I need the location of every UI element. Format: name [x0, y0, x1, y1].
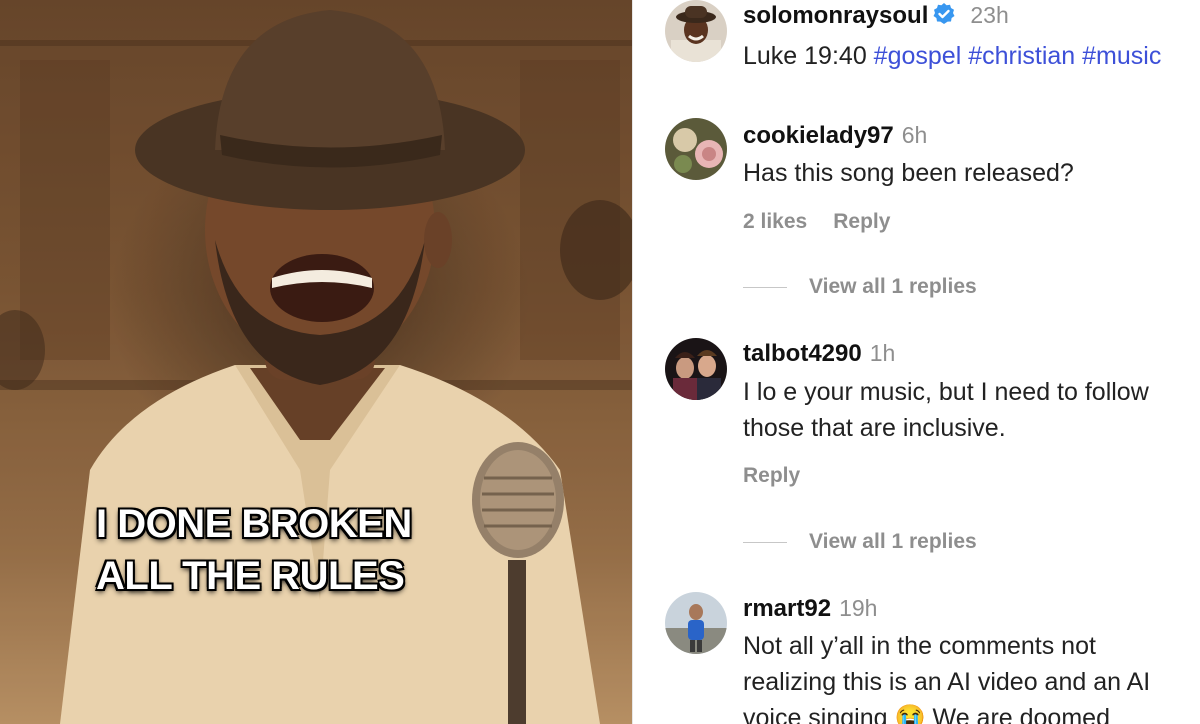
comment-1-likes[interactable]: 2 likes	[743, 210, 807, 233]
comment-3-text-line-3: voice singing 😭 We are doomed	[743, 704, 1110, 724]
hashtag-gospel[interactable]: #gospel	[874, 42, 962, 70]
video-caption: I DONE BROKEN ALL THE RULES	[96, 498, 526, 602]
comment-2-time: 1h	[869, 340, 896, 366]
comment-1-header: cookielady97 6h	[743, 122, 927, 150]
avatar-rmart92[interactable]	[665, 592, 727, 654]
caption-line-1: I DONE BROKEN	[96, 502, 412, 546]
comment-1-view-replies[interactable]: View all 1 replies	[743, 275, 977, 299]
comment-3-text-line-1: Not all y’all in the comments not	[743, 632, 1096, 660]
comment-3-username[interactable]: rmart92	[743, 595, 831, 622]
hashtag-christian[interactable]: #christian	[968, 42, 1075, 70]
comment-2-text-line-1: I lo e your music, but I need to follow	[743, 378, 1149, 406]
avatar-cookielady97[interactable]	[665, 118, 727, 180]
post-username[interactable]: solomonraysoul	[743, 2, 928, 29]
replies-line	[743, 286, 787, 288]
comment-1-reply-button[interactable]: Reply	[833, 210, 890, 233]
caption-line-2: ALL THE RULES	[96, 554, 405, 598]
post-header: solomonraysoul 23h	[743, 2, 1009, 30]
post-time: 23h	[970, 2, 1009, 28]
video-image	[0, 0, 632, 724]
post-text: Luke 19:40	[743, 42, 867, 70]
comment-2-view-replies-label: View all 1 replies	[809, 530, 977, 553]
comment-2-meta: Reply	[743, 464, 826, 488]
comments-panel[interactable]: solomonraysoul 23h Luke 19:40 #gospel #ch…	[633, 0, 1200, 724]
comment-2-header: talbot4290 1h	[743, 340, 895, 368]
comment-1-time: 6h	[901, 122, 928, 148]
replies-line	[743, 541, 787, 543]
comment-3-header: rmart92 19h	[743, 595, 877, 623]
avatar-solomonraysoul[interactable]	[665, 0, 727, 62]
comment-2-view-replies[interactable]: View all 1 replies	[743, 530, 977, 554]
comment-2-text-line-2: those that are inclusive.	[743, 414, 1006, 442]
comment-1-view-replies-label: View all 1 replies	[809, 275, 977, 298]
comment-2-username[interactable]: talbot4290	[743, 340, 862, 367]
comment-3-time: 19h	[839, 595, 878, 621]
comment-1-text: Has this song been released?	[743, 159, 1074, 187]
verified-badge-icon	[933, 3, 955, 24]
hashtag-music[interactable]: #music	[1082, 42, 1161, 70]
video-frame[interactable]: I DONE BROKEN ALL THE RULES	[0, 0, 632, 724]
comment-1-username[interactable]: cookielady97	[743, 122, 894, 149]
comment-3-text-line-2: realizing this is an AI video and an AI	[743, 668, 1151, 696]
comment-2-reply-button[interactable]: Reply	[743, 464, 800, 487]
post-caption: Luke 19:40 #gospel #christian #music	[743, 38, 1161, 74]
avatar-talbot4290[interactable]	[665, 338, 727, 400]
comment-1-meta: 2 likes Reply	[743, 210, 916, 234]
